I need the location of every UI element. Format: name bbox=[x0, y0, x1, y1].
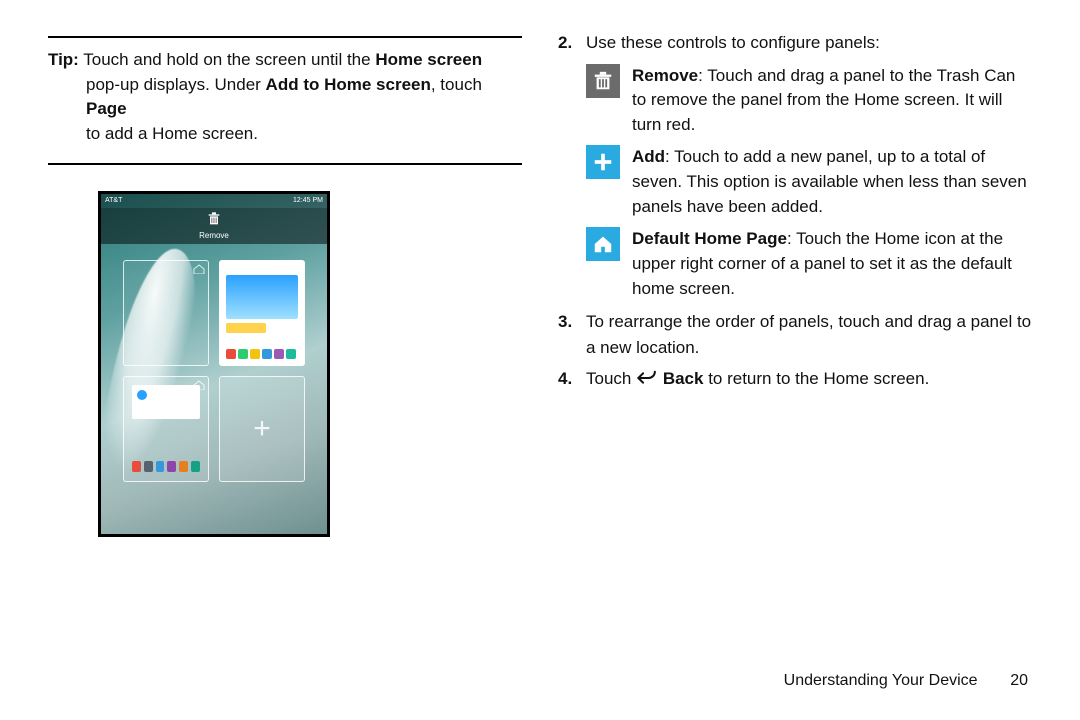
tip-text: Touch and hold on the screen until the bbox=[79, 50, 375, 69]
tip-rule-top bbox=[48, 36, 522, 38]
control-desc: : Touch to add a new panel, up to a tota… bbox=[632, 147, 1027, 215]
step-text: Use these controls to configure panels: bbox=[586, 30, 1032, 56]
panel-thumb-main bbox=[219, 260, 305, 366]
time-label: 12:45 PM bbox=[293, 197, 323, 204]
plus-icon bbox=[586, 145, 620, 179]
tip-home-screen: Home screen bbox=[375, 50, 482, 69]
tip-block: Tip: Touch and hold on the screen until … bbox=[48, 48, 522, 157]
phone-remove-label: Remove bbox=[101, 232, 327, 240]
back-label: Back bbox=[663, 369, 704, 388]
control-title: Default Home Page bbox=[632, 229, 787, 248]
control-remove: Remove: Touch and drag a panel to the Tr… bbox=[586, 64, 1032, 138]
step-text: To rearrange the order of panels, touch … bbox=[586, 309, 1032, 360]
tip-rule-bottom bbox=[48, 163, 522, 165]
phone-remove-zone: Remove bbox=[101, 208, 327, 244]
tip-text: pop-up displays. Under bbox=[86, 75, 266, 94]
step-number: 4. bbox=[558, 366, 586, 392]
panel-thumb bbox=[123, 376, 209, 482]
tip-label: Tip: bbox=[48, 50, 79, 69]
control-title: Remove bbox=[632, 66, 698, 85]
footer-page-number: 20 bbox=[982, 672, 1028, 690]
carrier-label: AT&T bbox=[105, 197, 122, 204]
step-number: 3. bbox=[558, 309, 586, 360]
step-text: Touch bbox=[586, 369, 636, 388]
phone-statusbar: AT&T 12:45 PM bbox=[101, 194, 327, 208]
page-footer: Understanding Your Device 20 bbox=[784, 672, 1028, 690]
panel-thumb bbox=[123, 260, 209, 366]
list-item: 3. To rearrange the order of panels, tou… bbox=[558, 309, 1032, 360]
control-default-home: Default Home Page: Touch the Home icon a… bbox=[586, 227, 1032, 301]
home-icon bbox=[586, 227, 620, 261]
home-filled-icon bbox=[289, 264, 301, 274]
step-text: to return to the Home screen. bbox=[703, 369, 929, 388]
list-item: 2. Use these controls to configure panel… bbox=[558, 30, 1032, 56]
dock-icons bbox=[226, 347, 298, 361]
control-add: Add: Touch to add a new panel, up to a t… bbox=[586, 145, 1032, 219]
control-title: Add bbox=[632, 147, 665, 166]
panel-add: + bbox=[219, 376, 305, 482]
home-outline-icon bbox=[193, 264, 205, 274]
dock-icons bbox=[132, 461, 200, 475]
list-item: 4. Touch Back to return to the Home scre… bbox=[558, 366, 1032, 392]
tip-text: , touch bbox=[431, 75, 482, 94]
back-icon bbox=[636, 368, 658, 384]
footer-section: Understanding Your Device bbox=[784, 672, 978, 689]
trash-icon bbox=[206, 211, 222, 232]
tip-page: Page bbox=[86, 99, 127, 118]
tip-text: to add a Home screen. bbox=[86, 124, 258, 143]
phone-screenshot: AT&T 12:45 PM Remove bbox=[98, 191, 522, 537]
tip-add-to-home: Add to Home screen bbox=[266, 75, 431, 94]
trash-icon bbox=[586, 64, 620, 98]
step-number: 2. bbox=[558, 30, 586, 56]
